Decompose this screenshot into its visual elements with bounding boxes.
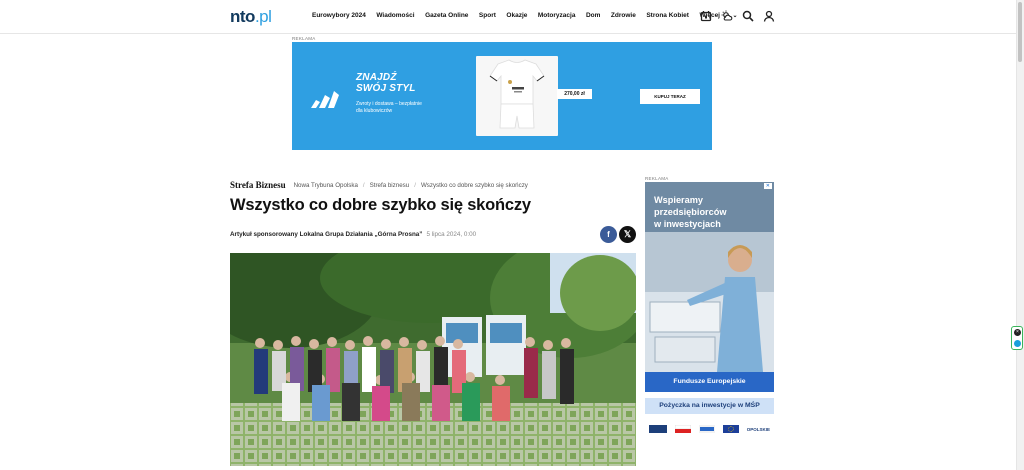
share-facebook-button[interactable]: f [600,226,617,243]
group-photo-image [230,253,636,466]
article-title: Wszystko co dobre szybko się skończy [230,196,531,214]
breadcrumb-item[interactable]: Nowa Trybuna Opolska [294,182,358,189]
facebook-icon: f [607,230,610,239]
search-icon[interactable] [742,10,754,22]
ad-headline-line2: SWÓJ STYL [356,83,416,94]
ad-close-icon[interactable]: ✕ [763,183,772,189]
page-scrollbar[interactable] [1016,0,1024,470]
nav-item-dom[interactable]: Dom [586,12,600,19]
page: nto.pl Eurowybory 2024 Wiadomości Gazeta… [0,0,1024,470]
adidas-logo-icon [311,91,339,108]
side-ad-label: REKLAMA [645,176,669,181]
article-author[interactable]: Artykuł sponsorowany Lokalna Grupa Dział… [230,231,422,238]
logo-suffix: .pl [254,7,272,26]
side-ad-logos: OPOLSKIE [649,424,770,434]
article-photo [230,253,636,466]
eu-funds-logo-icon [649,425,667,433]
side-ad-band-funds: Fundusze Europejskie [645,372,774,392]
close-icon[interactable]: × [1014,329,1021,336]
floating-widget[interactable]: × [1011,326,1023,350]
ad-label: REKLAMA [292,36,316,41]
nav-item-motoryzacja[interactable]: Motoryzacja [538,12,576,19]
nav-item-wiadomosci[interactable]: Wiadomości [376,12,414,19]
breadcrumb: Strefa Biznesu Nowa Trybuna Opolska / St… [230,180,528,190]
jersey-icon [489,59,545,129]
article-date: 5 lipca 2024, 0:00 [426,231,477,238]
ad-product-image [476,56,558,136]
x-icon: 𝕏 [623,229,632,239]
breadcrumb-item[interactable]: Strefa biznesu [370,182,410,189]
breadcrumb-separator: / [414,181,416,189]
opolskie-logo: OPOLSKIE [746,426,770,432]
main-nav: Eurowybory 2024 Wiadomości Gazeta Online… [312,12,759,19]
poland-flag-icon [674,425,691,433]
ad-sub-line2: dla klubowiczów [356,108,393,114]
logo-main: nto [230,7,255,26]
ad-buy-now-button[interactable]: KUPUJ TERAZ [640,89,700,104]
side-ad-headline-line1: Wspieramy [654,195,704,205]
accessibility-icon[interactable] [1014,340,1021,347]
side-ad-band-loan: Pożyczka na inwestycje w MŚP [645,398,774,414]
calendar-icon[interactable] [700,10,712,22]
scrollbar-thumb[interactable] [1018,2,1022,62]
nav-item-gazeta-online[interactable]: Gazeta Online [425,12,468,19]
nav-item-strona-kobiet[interactable]: Strona Kobiet [646,12,689,19]
breadcrumb-separator: / [362,181,365,189]
share-x-button[interactable]: 𝕏 [619,226,636,243]
ad-price: 270,00 zł [557,89,592,99]
side-ad-headline-line3: w inwestycjach [654,219,721,229]
nav-item-okazje[interactable]: Okazje [506,12,527,19]
breadcrumb-item-current: Wszystko co dobre szybko się skończy [420,181,528,189]
header-icons [700,10,775,22]
ad-sub-line1: Zwroty i dostawa – bezpłatnie [356,101,422,107]
eu-flag-icon [722,425,739,433]
site-logo[interactable]: nto.pl [230,7,272,27]
nav-item-sport[interactable]: Sport [479,12,496,19]
user-icon[interactable] [763,10,775,22]
top-banner-ad[interactable]: ZNAJDŹ SWÓJ STYL Zwroty i dostawa – bezpł… [292,42,712,150]
side-banner-ad[interactable]: Wspieramy przedsiębiorców w inwestycjach ✕… [645,182,774,438]
ad-subtext: Zwroty i dostawa – bezpłatnie dla klubowi… [356,101,422,115]
site-header: nto.pl Eurowybory 2024 Wiadomości Gazeta… [0,0,1016,34]
ad-headline-line1: ZNAJDŹ [356,72,397,83]
nav-item-zdrowie[interactable]: Zdrowie [611,12,636,19]
side-ad-headline: Wspieramy przedsiębiorców w inwestycjach [654,194,727,230]
side-ad-headline-line2: przedsiębiorców [654,207,727,217]
weather-icon[interactable] [721,10,733,22]
article-meta: Artykuł sponsorowany Lokalna Grupa Dział… [230,231,476,238]
nav-item-eurowybory[interactable]: Eurowybory 2024 [312,12,366,19]
ad-headline: ZNAJDŹ SWÓJ STYL [356,72,416,94]
bgk-logo-icon [698,425,715,433]
section-brand[interactable]: Strefa Biznesu [230,180,286,190]
